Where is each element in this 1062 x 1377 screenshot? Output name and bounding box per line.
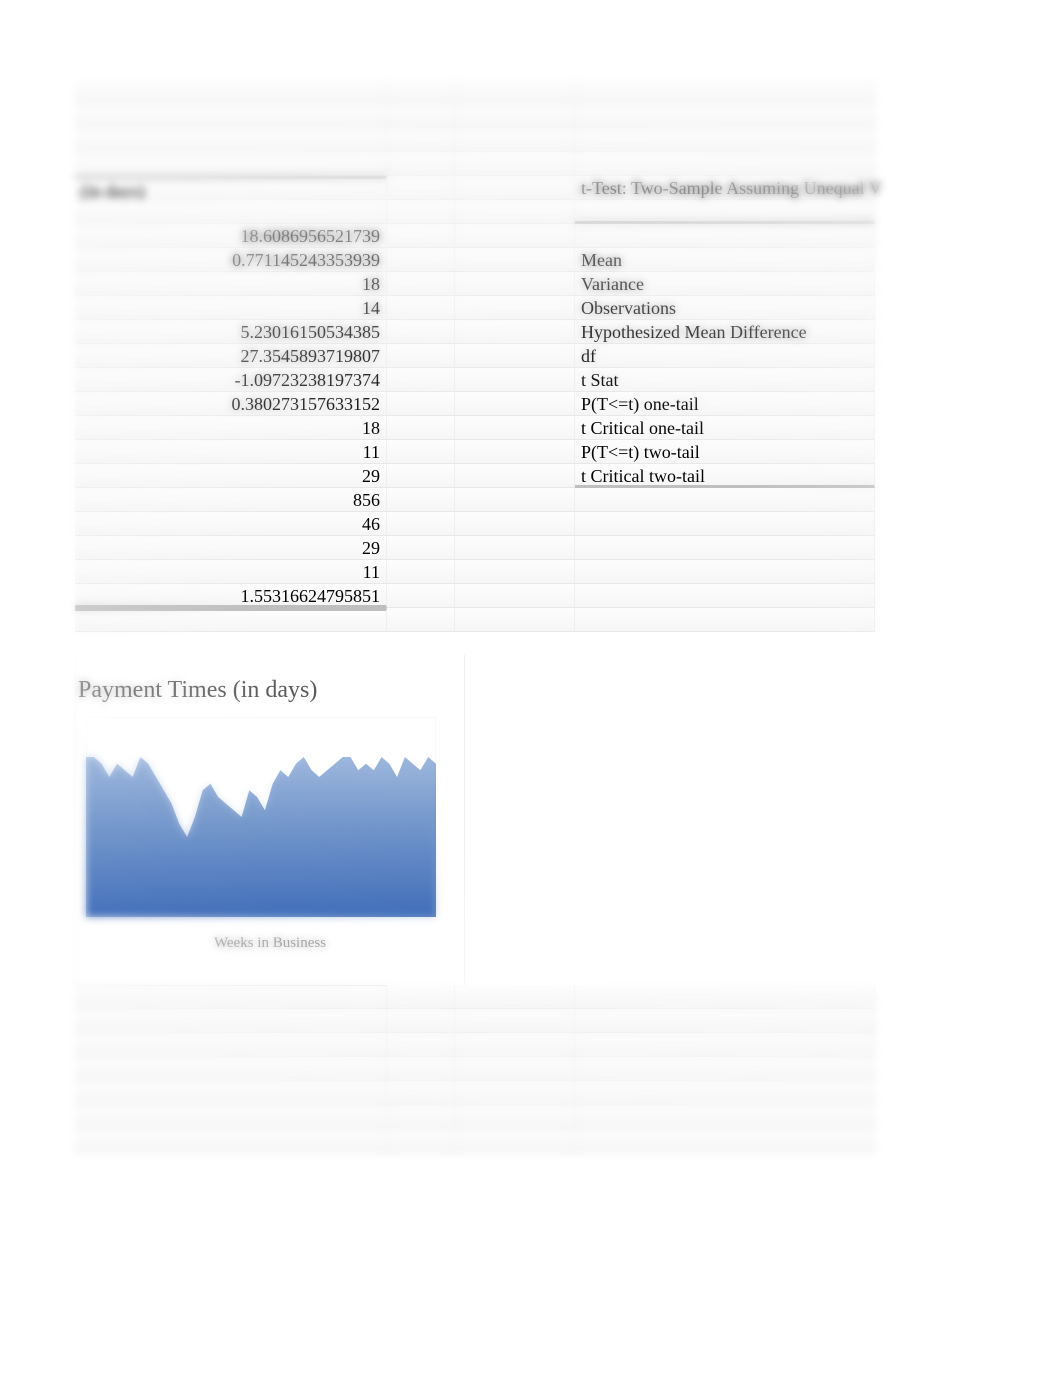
right-header-cell: t-Test: Two-Sample Assuming Unequal V: [575, 176, 875, 200]
stat-value: 0.380273157633152: [75, 392, 387, 416]
ttest-label: P(T<=t) two-tail: [575, 440, 875, 464]
chart-plot-area: [86, 717, 436, 917]
chart-container: Payment Times (in days) Weeks in Busines…: [75, 655, 465, 985]
stat-value: 0.771145243353939: [75, 248, 387, 272]
ttest-label: Variance: [575, 272, 875, 296]
stat-value: 856: [75, 488, 387, 512]
stat-value: 5.23016150534385: [75, 320, 387, 344]
stat-value: 46: [75, 512, 387, 536]
stat-value: 11: [75, 440, 387, 464]
chart-x-axis-label: Weeks in Business: [76, 935, 464, 952]
stat-value: 18: [75, 416, 387, 440]
ttest-label: t Critical one-tail: [575, 416, 875, 440]
ttest-label: t Critical two-tail: [575, 464, 875, 488]
ttest-label: Observations: [575, 296, 875, 320]
ttest-label: t Stat: [575, 368, 875, 392]
stat-value: 29: [75, 536, 387, 560]
left-header-cell: (in days): [75, 176, 387, 200]
stat-value: -1.09723238197374: [75, 368, 387, 392]
chart-title: Payment Times (in days): [76, 655, 464, 712]
ttest-label: Mean: [575, 248, 875, 272]
ttest-label: Hypothesized Mean Difference: [575, 320, 875, 344]
chart-area-series: [86, 757, 436, 917]
stat-value: 1.55316624795851: [75, 584, 387, 608]
stat-value: 29: [75, 464, 387, 488]
stat-value: 14: [75, 296, 387, 320]
ttest-label: P(T<=t) one-tail: [575, 392, 875, 416]
stat-value: 18.6086956521739: [75, 224, 387, 248]
stat-value: 27.3545893719807: [75, 344, 387, 368]
stat-value: 18: [75, 272, 387, 296]
stat-value: 11: [75, 560, 387, 584]
ttest-label: df: [575, 344, 875, 368]
